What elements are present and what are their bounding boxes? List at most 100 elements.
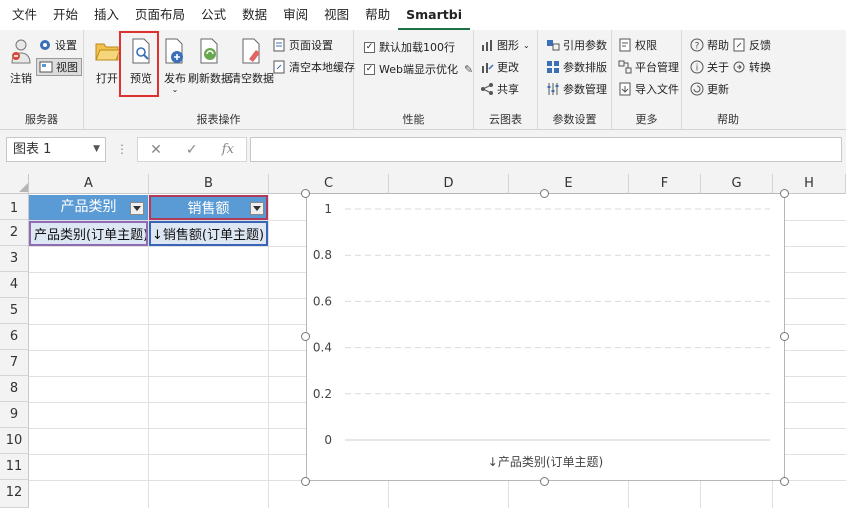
update-button[interactable]: 更新 bbox=[690, 80, 729, 98]
open-button[interactable]: 打开 bbox=[94, 36, 120, 86]
convert-button[interactable]: 转换 bbox=[732, 58, 771, 76]
pencil-icon[interactable]: ✎ bbox=[464, 63, 473, 76]
menu-page-layout[interactable]: 页面布局 bbox=[127, 0, 193, 30]
menu-home[interactable]: 开始 bbox=[45, 0, 86, 30]
resize-handle[interactable] bbox=[301, 477, 310, 486]
logout-button[interactable]: 注销 bbox=[8, 36, 34, 86]
default-load-checkbox[interactable]: ✓ 默认加载100行 bbox=[364, 38, 455, 56]
share-button[interactable]: 共享 bbox=[480, 80, 519, 98]
clear-data-button[interactable]: 清空数据 bbox=[230, 36, 274, 86]
row-header-12[interactable]: 12 bbox=[0, 480, 29, 508]
ref-param-button[interactable]: 引用参数 bbox=[546, 36, 607, 54]
menu-review[interactable]: 审阅 bbox=[275, 0, 316, 30]
filter-dropdown-icon[interactable] bbox=[250, 202, 264, 215]
help-button[interactable]: ? 帮助 bbox=[690, 36, 729, 54]
resize-handle[interactable] bbox=[780, 477, 789, 486]
formula-input[interactable] bbox=[250, 137, 842, 162]
resize-handle[interactable] bbox=[540, 477, 549, 486]
resize-handle[interactable] bbox=[780, 332, 789, 341]
enter-icon[interactable]: ✓ bbox=[186, 142, 198, 158]
about-label: 关于 bbox=[707, 61, 729, 74]
page-setup-label: 页面设置 bbox=[289, 39, 333, 52]
refresh-data-button[interactable]: 刷新数据 bbox=[188, 36, 232, 86]
row-header-10[interactable]: 10 bbox=[0, 428, 29, 454]
y-tick-label: 0.8 bbox=[313, 248, 332, 262]
menu-file[interactable]: 文件 bbox=[4, 0, 45, 30]
import-file-button[interactable]: 导入文件 bbox=[618, 80, 679, 98]
view-button[interactable]: 视图 bbox=[36, 58, 82, 76]
col-header-d[interactable]: D bbox=[389, 174, 509, 194]
feedback-icon bbox=[732, 38, 746, 52]
menu-formulas[interactable]: 公式 bbox=[193, 0, 234, 30]
change-button[interactable]: 更改 bbox=[480, 58, 519, 76]
resize-handle[interactable] bbox=[301, 189, 310, 198]
col-header-f[interactable]: F bbox=[629, 174, 701, 194]
y-tick-label: 0.2 bbox=[313, 387, 332, 401]
row-header-11[interactable]: 11 bbox=[0, 454, 29, 480]
chevron-down-icon[interactable]: ▼ bbox=[93, 138, 100, 161]
function-icon[interactable]: fx bbox=[222, 142, 234, 157]
cell-a2[interactable]: 产品类别(订单主题) bbox=[29, 221, 148, 246]
group-performance: ✓ 默认加载100行 ✓ Web端显示优化 ✎ 性能 bbox=[354, 30, 474, 130]
col-header-g[interactable]: G bbox=[701, 174, 773, 194]
settings-button[interactable]: 设置 bbox=[38, 36, 77, 54]
cancel-icon[interactable]: ✕ bbox=[150, 142, 162, 158]
feedback-button[interactable]: 反馈 bbox=[732, 36, 771, 54]
filter-dropdown-icon[interactable] bbox=[130, 202, 144, 215]
chart-object[interactable]: 1 0.8 0.6 0.4 0.2 0 ↓产品类别(订单主题) bbox=[306, 193, 785, 481]
gear-icon bbox=[38, 38, 52, 52]
group-cloud-chart: 图形 ⌄ 更改 共享 云图表 bbox=[474, 30, 538, 130]
row-header-4[interactable]: 4 bbox=[0, 272, 29, 298]
chart-button[interactable]: 图形 ⌄ bbox=[480, 36, 530, 54]
ribbon: 注销 设置 视图 服务器 打开 预览 发布 ⌄ 刷新数据 清空数据 页面设置 清… bbox=[0, 30, 846, 130]
row-header-6[interactable]: 6 bbox=[0, 324, 29, 350]
y-tick-label: 0.6 bbox=[313, 294, 332, 308]
menu-insert[interactable]: 插入 bbox=[86, 0, 127, 30]
eraser-icon bbox=[239, 36, 265, 66]
gridline bbox=[268, 194, 269, 508]
excel-window: { "menu": ["文件","开始","插入","页面布局","公式","数… bbox=[0, 0, 846, 508]
convert-icon bbox=[732, 60, 746, 74]
col-header-b[interactable]: B bbox=[149, 174, 269, 194]
edit-chart-icon bbox=[480, 60, 494, 74]
settings-label: 设置 bbox=[55, 39, 77, 52]
row-header-2[interactable]: 2 bbox=[0, 220, 29, 246]
menu-smartbi[interactable]: Smartbi bbox=[398, 0, 470, 30]
refresh-icon bbox=[197, 36, 223, 66]
row-header-1[interactable]: 1 bbox=[0, 194, 29, 220]
page-setup-button[interactable]: 页面设置 bbox=[272, 36, 333, 54]
import-file-label: 导入文件 bbox=[635, 83, 679, 96]
cell-a1[interactable]: 产品类别 bbox=[29, 195, 148, 220]
row-header-8[interactable]: 8 bbox=[0, 376, 29, 402]
resize-handle[interactable] bbox=[780, 189, 789, 198]
ref-param-icon bbox=[546, 38, 560, 52]
row-header-7[interactable]: 7 bbox=[0, 350, 29, 376]
col-header-a[interactable]: A bbox=[29, 174, 149, 194]
param-manage-button[interactable]: 参数管理 bbox=[546, 80, 607, 98]
about-button[interactable]: i 关于 bbox=[690, 58, 729, 76]
check-icon: ✓ bbox=[364, 63, 375, 75]
menu-help[interactable]: 帮助 bbox=[357, 0, 398, 30]
cell-b1[interactable]: 销售额 bbox=[149, 195, 268, 220]
permission-button[interactable]: 权限 bbox=[618, 36, 657, 54]
row-header-5[interactable]: 5 bbox=[0, 298, 29, 324]
publish-icon bbox=[162, 36, 188, 66]
name-box[interactable]: 图表 1 ▼ bbox=[6, 137, 106, 162]
row-header-9[interactable]: 9 bbox=[0, 402, 29, 428]
resize-handle[interactable] bbox=[540, 189, 549, 198]
cell-b2[interactable]: ↓销售额(订单主题) bbox=[149, 221, 268, 246]
web-optimize-checkbox[interactable]: ✓ Web端显示优化 ✎ bbox=[364, 60, 473, 78]
publish-button[interactable]: 发布 ⌄ bbox=[162, 36, 188, 94]
clear-cache-button[interactable]: 清空本地缓存 bbox=[272, 58, 355, 76]
help-label: 帮助 bbox=[707, 39, 729, 52]
resize-handle[interactable] bbox=[301, 332, 310, 341]
col-header-e[interactable]: E bbox=[509, 174, 629, 194]
menu-view[interactable]: 视图 bbox=[316, 0, 357, 30]
col-header-c[interactable]: C bbox=[269, 174, 389, 194]
menu-data[interactable]: 数据 bbox=[234, 0, 275, 30]
update-label: 更新 bbox=[707, 83, 729, 96]
row-header-3[interactable]: 3 bbox=[0, 246, 29, 272]
platform-manage-button[interactable]: 平台管理 bbox=[618, 58, 679, 76]
group-cloud-chart-label: 云图表 bbox=[489, 113, 522, 126]
param-layout-button[interactable]: 参数排版 bbox=[546, 58, 607, 76]
